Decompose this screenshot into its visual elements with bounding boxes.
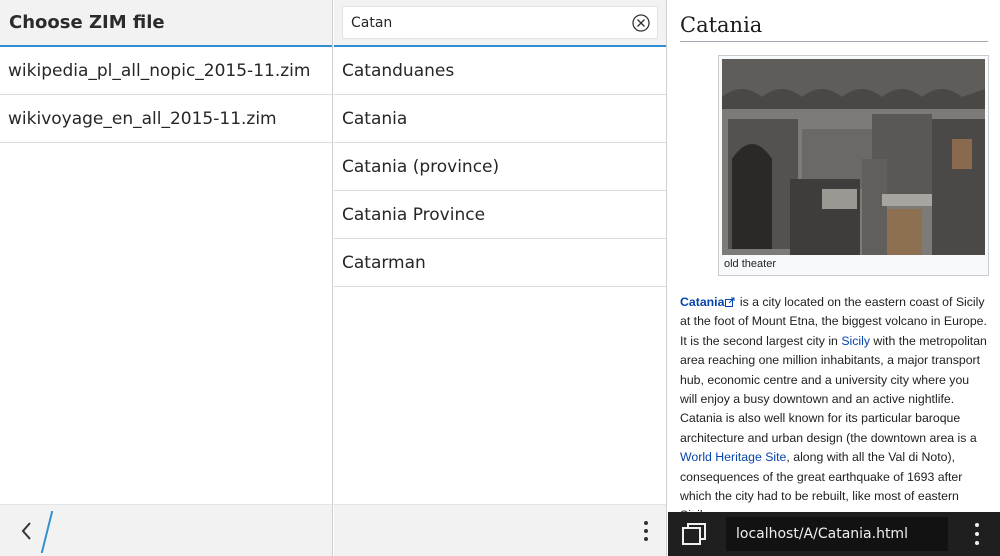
page-title: Choose ZIM file: [9, 12, 165, 33]
article-content: Catania old theater Catania is a city lo…: [668, 0, 1000, 526]
vertical-ellipsis-icon: [975, 523, 979, 527]
browser-menu-button[interactable]: [974, 523, 980, 545]
files-action-bar: [0, 504, 332, 556]
figure-caption: old theater: [724, 258, 776, 270]
old-theater-photo[interactable]: [722, 59, 985, 255]
article-body: Catania is a city located on the eastern…: [680, 293, 988, 526]
back-button[interactable]: [14, 518, 40, 544]
zim-file-item[interactable]: wikivoyage_en_all_2015-11.zim: [0, 95, 332, 143]
swipe-divider: [40, 511, 54, 553]
zim-file-pane: Choose ZIM file wikipedia_pl_all_nopic_2…: [0, 0, 333, 556]
search-header: [334, 0, 666, 47]
world-heritage-site-link[interactable]: World Heritage Site: [680, 450, 786, 464]
vertical-ellipsis-icon: [644, 529, 648, 533]
vertical-ellipsis-icon: [644, 521, 648, 525]
vertical-ellipsis-icon: [644, 537, 648, 541]
article-text: with the metropolitan area reaching one …: [680, 333, 987, 445]
search-pane: Catanduanes Catania Catania (province) C…: [334, 0, 667, 556]
vertical-ellipsis-icon: [975, 541, 979, 545]
search-result-item[interactable]: Catania: [334, 95, 666, 143]
tabs-icon: [682, 523, 706, 545]
article-lead-link[interactable]: Catania: [680, 295, 724, 309]
vertical-ellipsis-icon: [975, 532, 979, 536]
search-result-item[interactable]: Catania Province: [334, 191, 666, 239]
tabs-button[interactable]: [668, 512, 720, 556]
article-figure: old theater: [718, 55, 989, 276]
url-field[interactable]: localhost/A/Catania.html: [726, 517, 948, 551]
clear-icon[interactable]: [631, 13, 651, 33]
chevron-left-icon: [21, 522, 31, 540]
search-box: [342, 6, 658, 39]
search-result-item[interactable]: Catania (province): [334, 143, 666, 191]
search-result-item[interactable]: Catarman: [334, 239, 666, 287]
overflow-menu-button[interactable]: [638, 519, 654, 543]
zim-file-item[interactable]: wikipedia_pl_all_nopic_2015-11.zim: [0, 47, 332, 95]
article-title: Catania: [680, 0, 988, 42]
sicily-link[interactable]: Sicily: [841, 334, 870, 348]
article-pane: Catania old theater Catania is a city lo…: [668, 0, 1000, 556]
search-result-item[interactable]: Catanduanes: [334, 47, 666, 95]
browser-toolbar: localhost/A/Catania.html: [668, 512, 1000, 556]
search-input[interactable]: [343, 7, 657, 38]
external-link-icon: [725, 297, 735, 307]
files-header: Choose ZIM file: [0, 0, 332, 47]
search-action-bar: [334, 504, 666, 556]
